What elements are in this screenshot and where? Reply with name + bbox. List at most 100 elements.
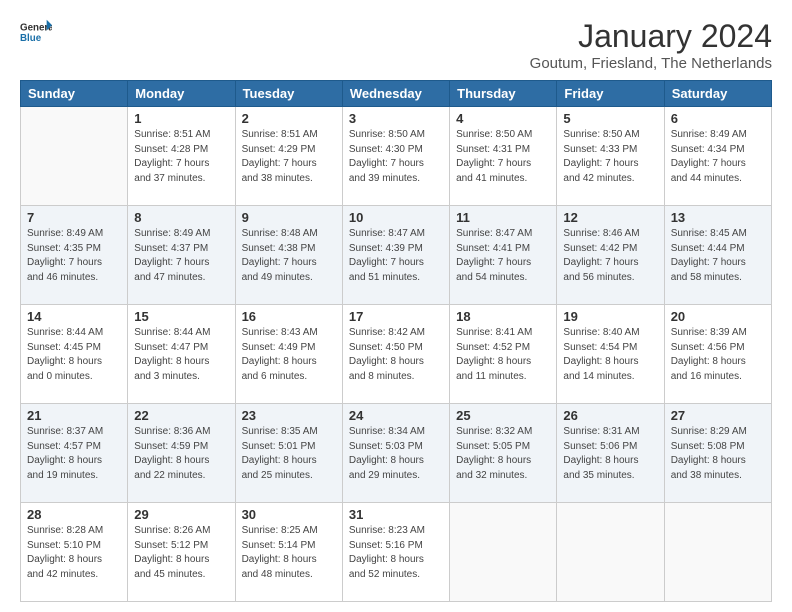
calendar-cell: 15 Sunrise: 8:44 AM Sunset: 4:47 PM Dayli…: [128, 305, 235, 404]
cell-sun-info: Sunrise: 8:44 AM Sunset: 4:45 PM Dayligh…: [27, 326, 121, 384]
cell-sun-info: Sunrise: 8:34 AM Sunset: 5:03 PM Dayligh…: [349, 425, 443, 483]
cell-date-number: 8: [134, 210, 228, 225]
header: General Blue January 2024 Goutum, Friesl…: [20, 18, 772, 72]
calendar-cell: [21, 107, 128, 206]
calendar-cell: 1Sunrise: 8:51 AM Sunset: 4:28 PM Daylig…: [128, 107, 235, 206]
calendar-cell: 20Sunrise: 8:39 AM Sunset: 4:56 PM Dayli…: [664, 305, 771, 404]
title-block: January 2024 Goutum, Friesland, The Neth…: [530, 18, 772, 72]
calendar-cell: 22 Sunrise: 8:36 AM Sunset: 4:59 PM Dayli…: [128, 404, 235, 503]
cell-sun-info: Sunrise: 8:32 AM Sunset: 5:05 PM Dayligh…: [456, 425, 550, 483]
calendar-weekday-header: Wednesday: [342, 81, 449, 107]
calendar-cell: 13 Sunrise: 8:45 AM Sunset: 4:44 PM Dayli…: [664, 206, 771, 305]
cell-date-number: 7: [27, 210, 121, 225]
calendar-weekday-header: Friday: [557, 81, 664, 107]
calendar-cell: 3 Sunrise: 8:50 AM Sunset: 4:30 PM Daylig…: [342, 107, 449, 206]
cell-sun-info: Sunrise: 8:48 AM Sunset: 4:38 PM Dayligh…: [242, 227, 336, 285]
calendar-cell: 31 Sunrise: 8:23 AM Sunset: 5:16 PM Dayli…: [342, 503, 449, 602]
cell-date-number: 30: [242, 507, 336, 522]
cell-sun-info: Sunrise: 8:47 AM Sunset: 4:41 PM Dayligh…: [456, 227, 550, 285]
logo-icon: General Blue: [20, 18, 52, 50]
cell-sun-info: Sunrise: 8:49 AM Sunset: 4:37 PM Dayligh…: [134, 227, 228, 285]
cell-sun-info: Sunrise: 8:49 AM Sunset: 4:35 PM Dayligh…: [27, 227, 121, 285]
cell-sun-info: Sunrise: 8:42 AM Sunset: 4:50 PM Dayligh…: [349, 326, 443, 384]
calendar-cell: 19 Sunrise: 8:40 AM Sunset: 4:54 PM Dayli…: [557, 305, 664, 404]
cell-sun-info: Sunrise: 8:49 AM Sunset: 4:34 PM Dayligh…: [671, 128, 765, 186]
calendar-cell: 30 Sunrise: 8:25 AM Sunset: 5:14 PM Dayli…: [235, 503, 342, 602]
calendar-cell: 4 Sunrise: 8:50 AM Sunset: 4:31 PM Daylig…: [450, 107, 557, 206]
cell-sun-info: Sunrise: 8:37 AM Sunset: 4:57 PM Dayligh…: [27, 425, 121, 483]
calendar-cell: 27Sunrise: 8:29 AM Sunset: 5:08 PM Dayli…: [664, 404, 771, 503]
cell-sun-info: Sunrise: 8:23 AM Sunset: 5:16 PM Dayligh…: [349, 524, 443, 582]
cell-date-number: 1: [134, 111, 228, 126]
calendar-cell: 5 Sunrise: 8:50 AM Sunset: 4:33 PM Daylig…: [557, 107, 664, 206]
calendar-cell: [557, 503, 664, 602]
cell-date-number: 5: [563, 111, 657, 126]
cell-date-number: 26: [563, 408, 657, 423]
cell-date-number: 10: [349, 210, 443, 225]
cell-date-number: 22: [134, 408, 228, 423]
cell-date-number: 4: [456, 111, 550, 126]
cell-sun-info: Sunrise: 8:35 AM Sunset: 5:01 PM Dayligh…: [242, 425, 336, 483]
calendar-cell: 18Sunrise: 8:41 AM Sunset: 4:52 PM Dayli…: [450, 305, 557, 404]
calendar-cell: 11 Sunrise: 8:47 AM Sunset: 4:41 PM Dayli…: [450, 206, 557, 305]
calendar-cell: [664, 503, 771, 602]
cell-date-number: 27: [671, 408, 765, 423]
cell-date-number: 28: [27, 507, 121, 522]
calendar-cell: 2Sunrise: 8:51 AM Sunset: 4:29 PM Daylig…: [235, 107, 342, 206]
page-title: January 2024: [530, 18, 772, 55]
cell-sun-info: Sunrise: 8:50 AM Sunset: 4:30 PM Dayligh…: [349, 128, 443, 186]
calendar-weekday-header: Tuesday: [235, 81, 342, 107]
cell-date-number: 9: [242, 210, 336, 225]
cell-date-number: 14: [27, 309, 121, 324]
cell-date-number: 29: [134, 507, 228, 522]
cell-date-number: 11: [456, 210, 550, 225]
calendar-cell: 7 Sunrise: 8:49 AM Sunset: 4:35 PM Daylig…: [21, 206, 128, 305]
cell-date-number: 16: [242, 309, 336, 324]
calendar-cell: 29Sunrise: 8:26 AM Sunset: 5:12 PM Dayli…: [128, 503, 235, 602]
cell-date-number: 15: [134, 309, 228, 324]
logo: General Blue: [20, 18, 52, 50]
calendar-cell: 21 Sunrise: 8:37 AM Sunset: 4:57 PM Dayli…: [21, 404, 128, 503]
calendar-cell: 17 Sunrise: 8:42 AM Sunset: 4:50 PM Dayli…: [342, 305, 449, 404]
cell-sun-info: Sunrise: 8:31 AM Sunset: 5:06 PM Dayligh…: [563, 425, 657, 483]
calendar-cell: 28Sunrise: 8:28 AM Sunset: 5:10 PM Dayli…: [21, 503, 128, 602]
calendar-cell: 23 Sunrise: 8:35 AM Sunset: 5:01 PM Dayli…: [235, 404, 342, 503]
cell-date-number: 3: [349, 111, 443, 126]
cell-sun-info: Sunrise: 8:45 AM Sunset: 4:44 PM Dayligh…: [671, 227, 765, 285]
cell-sun-info: Sunrise: 8:50 AM Sunset: 4:31 PM Dayligh…: [456, 128, 550, 186]
cell-sun-info: Sunrise: 8:44 AM Sunset: 4:47 PM Dayligh…: [134, 326, 228, 384]
cell-date-number: 12: [563, 210, 657, 225]
cell-date-number: 6: [671, 111, 765, 126]
calendar-weekday-header: Sunday: [21, 81, 128, 107]
cell-date-number: 17: [349, 309, 443, 324]
cell-date-number: 19: [563, 309, 657, 324]
cell-sun-info: Sunrise: 8:36 AM Sunset: 4:59 PM Dayligh…: [134, 425, 228, 483]
cell-date-number: 23: [242, 408, 336, 423]
cell-date-number: 21: [27, 408, 121, 423]
calendar-cell: 12Sunrise: 8:46 AM Sunset: 4:42 PM Dayli…: [557, 206, 664, 305]
calendar-cell: 16Sunrise: 8:43 AM Sunset: 4:49 PM Dayli…: [235, 305, 342, 404]
cell-sun-info: Sunrise: 8:50 AM Sunset: 4:33 PM Dayligh…: [563, 128, 657, 186]
calendar-cell: [450, 503, 557, 602]
cell-date-number: 24: [349, 408, 443, 423]
svg-text:Blue: Blue: [20, 33, 42, 44]
cell-date-number: 13: [671, 210, 765, 225]
calendar-weekday-header: Thursday: [450, 81, 557, 107]
calendar-cell: 24 Sunrise: 8:34 AM Sunset: 5:03 PM Dayli…: [342, 404, 449, 503]
calendar-weekday-header: Monday: [128, 81, 235, 107]
page: General Blue January 2024 Goutum, Friesl…: [0, 0, 792, 612]
calendar-cell: 25 Sunrise: 8:32 AM Sunset: 5:05 PM Dayli…: [450, 404, 557, 503]
page-subtitle: Goutum, Friesland, The Netherlands: [530, 55, 772, 72]
cell-date-number: 31: [349, 507, 443, 522]
cell-sun-info: Sunrise: 8:25 AM Sunset: 5:14 PM Dayligh…: [242, 524, 336, 582]
cell-date-number: 18: [456, 309, 550, 324]
cell-sun-info: Sunrise: 8:39 AM Sunset: 4:56 PM Dayligh…: [671, 326, 765, 384]
cell-sun-info: Sunrise: 8:51 AM Sunset: 4:29 PM Dayligh…: [242, 128, 336, 186]
cell-date-number: 25: [456, 408, 550, 423]
calendar-cell: 8 Sunrise: 8:49 AM Sunset: 4:37 PM Daylig…: [128, 206, 235, 305]
calendar-cell: 14 Sunrise: 8:44 AM Sunset: 4:45 PM Dayli…: [21, 305, 128, 404]
calendar-cell: 10Sunrise: 8:47 AM Sunset: 4:39 PM Dayli…: [342, 206, 449, 305]
calendar-weekday-header: Saturday: [664, 81, 771, 107]
calendar-cell: 9 Sunrise: 8:48 AM Sunset: 4:38 PM Daylig…: [235, 206, 342, 305]
cell-sun-info: Sunrise: 8:40 AM Sunset: 4:54 PM Dayligh…: [563, 326, 657, 384]
